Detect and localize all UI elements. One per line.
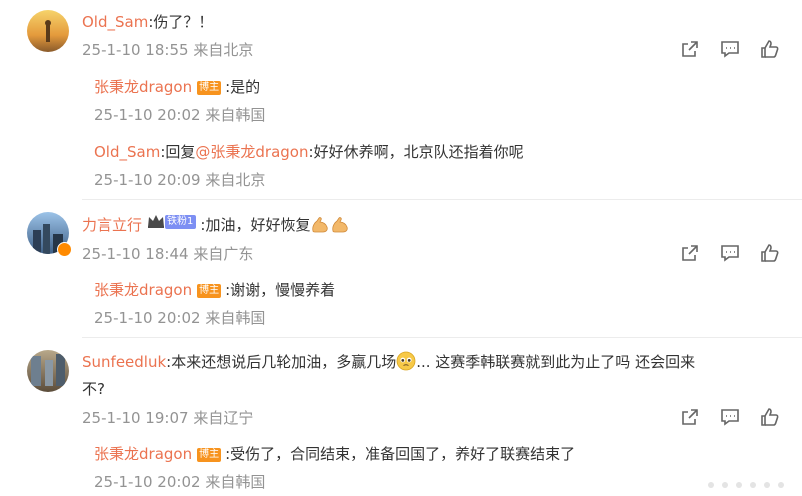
username[interactable]: 张秉龙dragon — [94, 281, 192, 299]
reply-meta: 25-1-10 20:02 来自韩国 — [94, 308, 265, 328]
like-icon[interactable] — [760, 243, 780, 263]
username[interactable]: Old_Sam — [82, 13, 148, 31]
share-icon[interactable] — [680, 243, 700, 263]
avatar[interactable] — [27, 350, 69, 392]
location: 来自广东 — [193, 245, 254, 263]
comment-line-wrap: 不? — [82, 378, 105, 400]
reply-meta: 25-1-10 20:09 来自北京 — [94, 170, 265, 190]
host-badge: 博主 — [197, 81, 222, 95]
action-bar — [680, 243, 780, 263]
comment-text: 伤了？！ — [153, 13, 214, 31]
reply-text: 谢谢，慢慢养着 — [230, 281, 336, 299]
comment-line: Sunfeedluk:本来还想说后几轮加油，多赢几场... 这赛季韩联赛就到此为… — [82, 351, 695, 377]
comment-text: 加油，好好恢复 — [205, 216, 311, 234]
share-icon[interactable] — [680, 39, 700, 59]
username[interactable]: 张秉龙dragon — [94, 445, 192, 463]
watermark-dots — [708, 482, 784, 488]
timestamp: 25-1-10 20:02 — [94, 309, 201, 327]
like-icon[interactable] — [760, 39, 780, 59]
muscle-emoji-icon — [330, 216, 350, 240]
host-badge: 博主 — [197, 448, 222, 462]
reply-line: 张秉龙dragon 博主:受伤了，合同结束，准备回国了，养好了联赛结束了 — [94, 443, 575, 465]
crown-icon — [148, 215, 165, 228]
like-icon[interactable] — [760, 407, 780, 427]
comment-text: 本来还想说后几轮加油，多赢几场 — [171, 353, 397, 371]
comment-line: Old_Sam:伤了？！ — [82, 11, 213, 33]
location: 来自北京 — [205, 171, 266, 189]
pleading-face-emoji-icon — [396, 351, 416, 377]
host-badge: 博主 — [197, 284, 222, 298]
timestamp: 25-1-10 20:02 — [94, 106, 201, 124]
reply-line: 张秉龙dragon 博主:是的 — [94, 76, 260, 98]
timestamp: 25-1-10 18:44 — [82, 245, 189, 263]
action-bar — [680, 39, 780, 59]
reply-line: Old_Sam:回复@张秉龙dragon:好好休养啊，北京队还指着你呢 — [94, 141, 524, 163]
location: 来自韩国 — [205, 106, 266, 124]
comment-icon[interactable] — [720, 407, 740, 427]
divider — [82, 199, 802, 200]
comment-meta: 25-1-10 18:55 来自北京 — [82, 40, 253, 60]
fan-badge-label: 铁粉1 — [165, 214, 197, 229]
location: 来自韩国 — [205, 309, 266, 327]
username[interactable]: Old_Sam — [94, 143, 160, 161]
username[interactable]: 张秉龙dragon — [94, 78, 192, 96]
divider — [82, 337, 802, 338]
reply-line: 张秉龙dragon 博主:谢谢，慢慢养着 — [94, 279, 335, 301]
comment-icon[interactable] — [720, 243, 740, 263]
timestamp: 25-1-10 19:07 — [82, 409, 189, 427]
verified-badge-icon — [57, 242, 72, 257]
location: 来自韩国 — [205, 473, 266, 491]
reply-meta: 25-1-10 20:02 来自韩国 — [94, 472, 265, 492]
reply-prefix: 回复 — [165, 143, 196, 161]
timestamp: 25-1-10 20:02 — [94, 473, 201, 491]
comment-text-wrap: 不? — [82, 380, 105, 398]
reply-text: 受伤了，合同结束，准备回国了，养好了联赛结束了 — [230, 445, 576, 463]
username[interactable]: Sunfeedluk — [82, 353, 166, 371]
action-bar — [680, 407, 780, 427]
fan-badge: 铁粉1 — [147, 214, 197, 229]
comment-meta: 25-1-10 19:07 来自辽宁 — [82, 408, 253, 428]
comment-line: 力言立行 铁粉1:加油，好好恢复 — [82, 214, 350, 240]
comment-icon[interactable] — [720, 39, 740, 59]
comment-text-cont: ... 这赛季韩联赛就到此为止了吗 还会回来 — [416, 353, 696, 371]
mention-link[interactable]: @张秉龙dragon — [195, 143, 308, 161]
location: 来自辽宁 — [193, 409, 254, 427]
username[interactable]: 力言立行 — [82, 216, 142, 234]
location: 来自北京 — [193, 41, 254, 59]
muscle-emoji-icon — [310, 216, 330, 240]
reply-text: 是的 — [230, 78, 261, 96]
comment-meta: 25-1-10 18:44 来自广东 — [82, 244, 253, 264]
reply-text: 好好休养啊，北京队还指着你呢 — [313, 143, 524, 161]
reply-meta: 25-1-10 20:02 来自韩国 — [94, 105, 265, 125]
timestamp: 25-1-10 18:55 — [82, 41, 189, 59]
share-icon[interactable] — [680, 407, 700, 427]
avatar[interactable] — [27, 10, 69, 52]
timestamp: 25-1-10 20:09 — [94, 171, 201, 189]
